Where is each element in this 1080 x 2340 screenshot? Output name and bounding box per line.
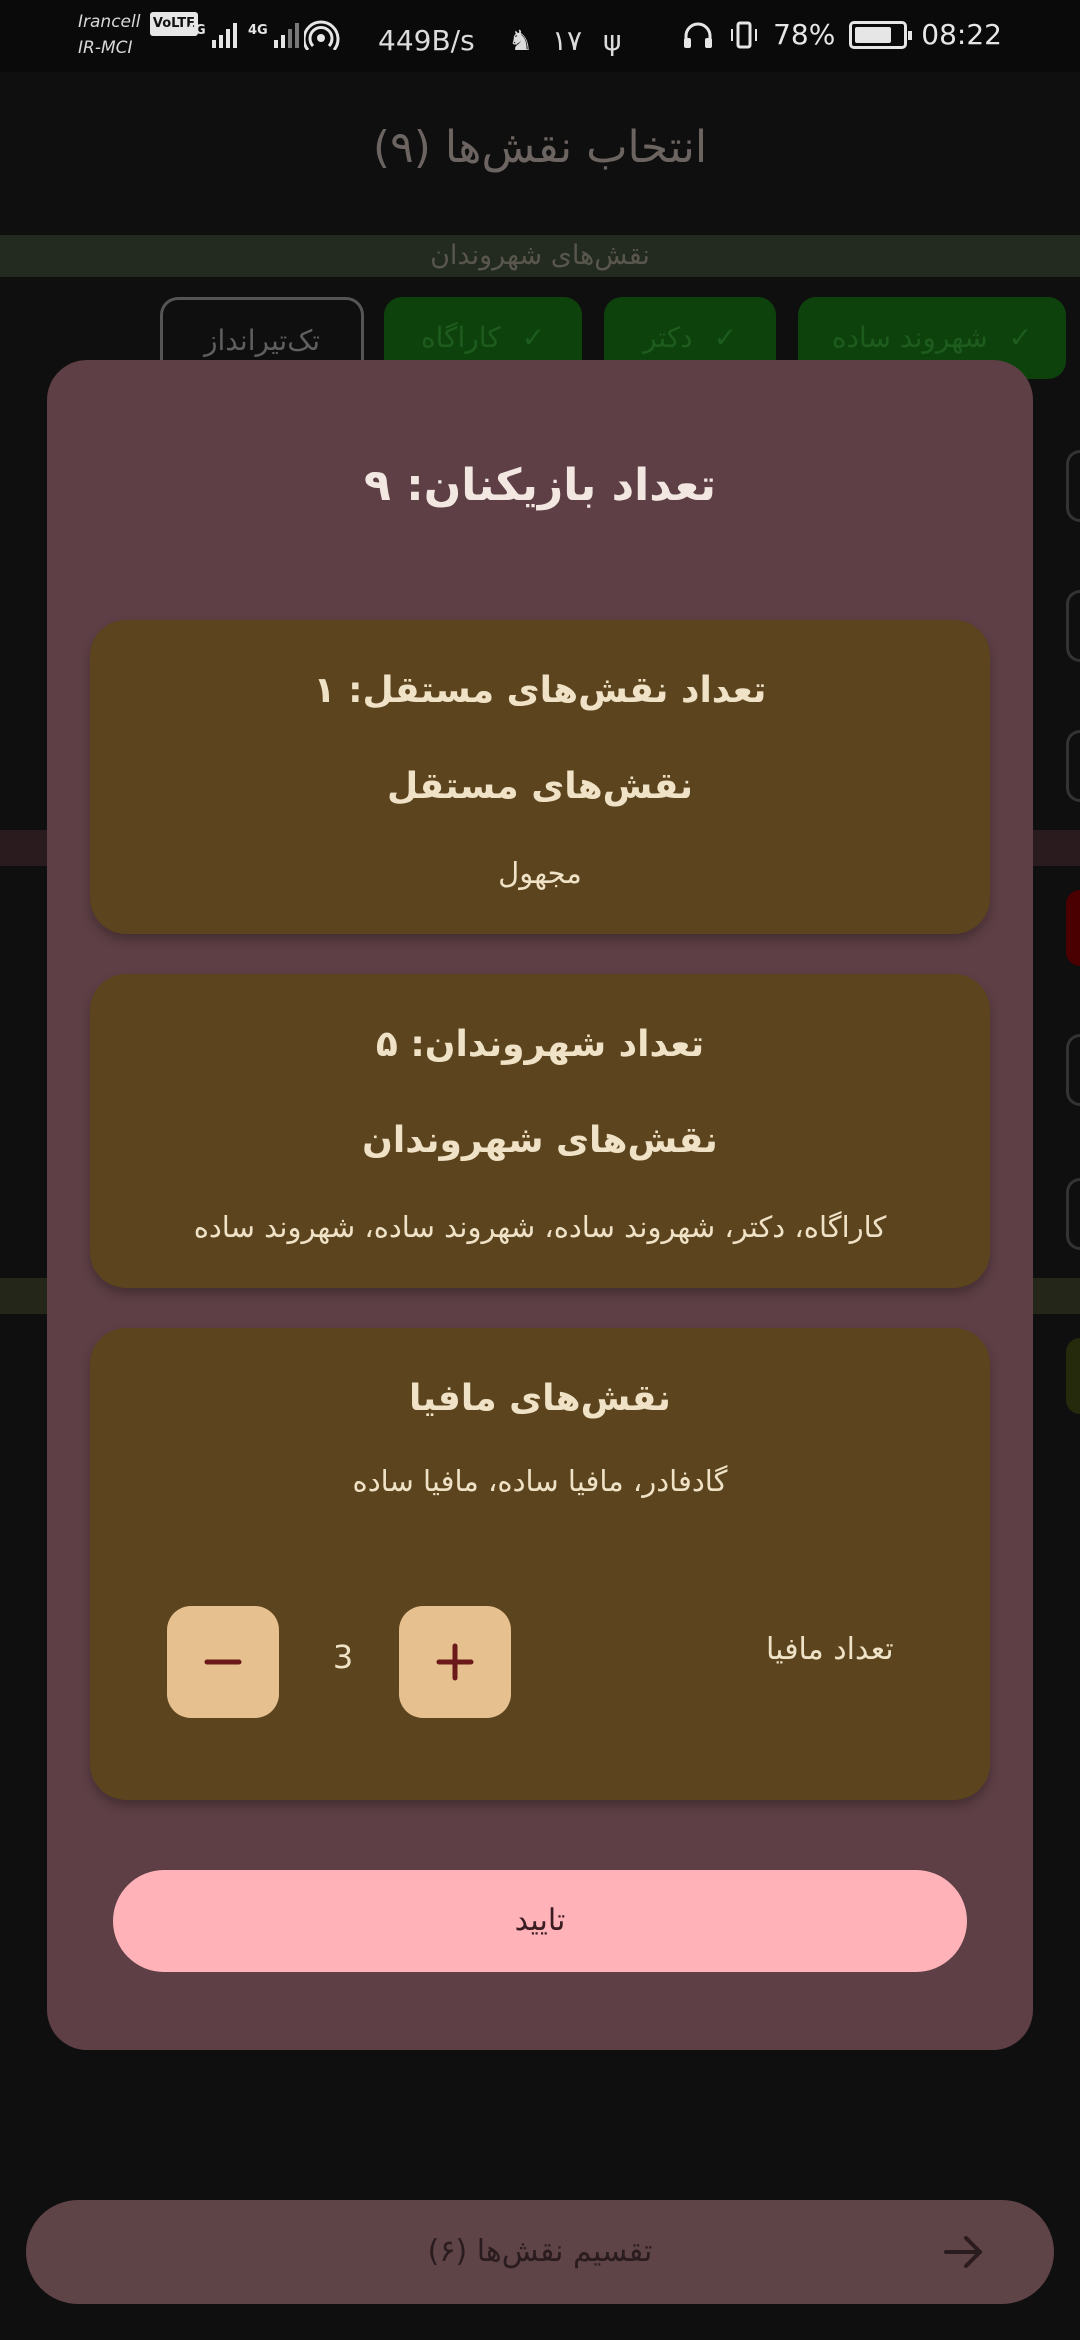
increment-button[interactable] [399, 1606, 511, 1718]
independent-heading: نقش‌های مستقل [387, 766, 693, 807]
chip-label: تک‌تیرانداز [203, 324, 321, 357]
mafia-heading: نقش‌های مافیا [409, 1378, 671, 1419]
check-icon: ✓ [713, 321, 738, 354]
citizen-roles-list: کاراگاه، دکتر، شهروند ساده، شهروند ساده،… [193, 1210, 887, 1244]
bg-row-edge [1066, 1178, 1080, 1250]
chip-label: کاراگاه [420, 321, 501, 354]
independent-roles-card: تعداد نقش‌های مستقل: ۱ نقش‌های مستقل مجه… [90, 620, 990, 934]
hotspot-icon [304, 20, 340, 50]
carrier-info: Irancell VoLTE IR-MCI [78, 10, 199, 60]
dialog-title: تعداد بازیکنان: ۹ [363, 460, 717, 511]
arrow-right-icon [944, 2236, 982, 2268]
chip-label: شهروند ساده [831, 321, 988, 354]
notification-icons: ♞ ۱۷ ψ [508, 24, 621, 57]
signal-2-icon: 4G [248, 23, 299, 48]
notification-count: ۱۷ [552, 24, 583, 57]
net2-label: 4G [248, 23, 268, 38]
minus-icon [204, 1659, 242, 1665]
independent-count: تعداد نقش‌های مستقل: ۱ [313, 670, 767, 711]
carrier-bottom: IR-MCI [78, 38, 133, 58]
battery-icon [849, 20, 913, 49]
signal-icon: 4G [186, 23, 237, 48]
mafia-roles-card: نقش‌های مافیا گادفادر، مافیا ساده، مافیا… [90, 1328, 990, 1800]
section-header-citizens: نقش‌های شهروندان [0, 235, 1080, 277]
distribute-roles-button[interactable]: تقسیم نقش‌ها (۶) [26, 2200, 1054, 2304]
clock: 08:22 [921, 18, 1002, 51]
net1-label: 4G [186, 23, 206, 38]
check-icon: ✓ [521, 321, 546, 354]
check-icon: ✓ [1008, 321, 1033, 354]
carrier-top: Irancell [78, 12, 141, 32]
bg-row-edge [1066, 450, 1080, 522]
bg-row-edge [1066, 1034, 1080, 1106]
status-bar: Irancell VoLTE IR-MCI 4G 4G 449B/s ♞ ۱۷ [0, 0, 1080, 72]
plus-icon [436, 1643, 474, 1681]
player-count-dialog: تعداد بازیکنان: ۹ تعداد نقش‌های مستقل: ۱… [47, 360, 1033, 2050]
headphones-icon [684, 22, 713, 48]
mafia-count-value: 3 [332, 1638, 354, 1676]
bg-row-edge [1066, 1338, 1080, 1414]
citizen-count: تعداد شهروندان: ۵ [375, 1024, 705, 1065]
citizen-heading: نقش‌های شهروندان [362, 1120, 718, 1161]
mafia-count-label: تعداد مافیا [766, 1632, 894, 1667]
independent-roles-list: مجهول [498, 856, 582, 890]
battery-percent: 78% [773, 18, 836, 51]
citizen-roles-card: تعداد شهروندان: ۵ نقش‌های شهروندان کاراگ… [90, 974, 990, 1288]
bg-row-edge [1066, 730, 1080, 802]
distribute-roles-label: تقسیم نقش‌ها (۶) [427, 2234, 653, 2269]
vibrate-icon [731, 21, 758, 48]
bg-row-edge [1066, 590, 1080, 662]
confirm-button[interactable]: تایید [113, 1870, 967, 1972]
chip-label: دکتر [642, 321, 693, 354]
decrement-button[interactable] [167, 1606, 279, 1718]
status-bar-right: 78% 08:22 [681, 18, 1002, 51]
network-speed: 449B/s [378, 24, 475, 57]
mafia-roles-list: گادفادر، مافیا ساده، مافیا ساده [352, 1464, 728, 1498]
page-title: انتخاب نقش‌ها (۹) [372, 122, 708, 173]
status-bar-left: Irancell VoLTE IR-MCI 4G 4G 449B/s ♞ ۱۷ [78, 10, 638, 70]
usb-icon: ψ [603, 24, 622, 57]
vpn-icon: ♞ [508, 24, 534, 57]
bg-row-edge [1066, 890, 1080, 966]
